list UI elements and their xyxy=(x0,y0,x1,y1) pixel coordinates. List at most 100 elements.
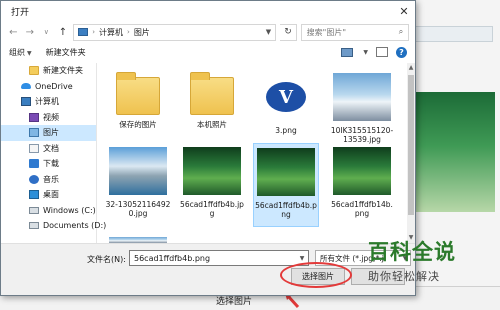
help-icon[interactable]: ? xyxy=(396,46,407,58)
image-thumbnail xyxy=(183,147,241,195)
nav-item-label: 桌面 xyxy=(43,190,59,200)
file-list: 保存的图片 本机照片 V 3.png 10IK315515120-13539.jpg 32… xyxy=(105,69,405,243)
forward-arrow-icon[interactable]: → xyxy=(24,24,37,40)
close-icon[interactable]: ✕ xyxy=(393,1,415,21)
folder-icon xyxy=(190,72,234,115)
nav-item[interactable]: 视频 xyxy=(1,110,96,126)
folder-icon xyxy=(29,66,39,76)
search-icon[interactable]: ⌕ xyxy=(394,27,408,37)
image-thumbnail: V xyxy=(257,73,315,121)
nav-item-label: 音乐 xyxy=(43,174,59,184)
search-input[interactable]: 搜索"图片" ⌕ xyxy=(300,23,409,41)
folder-icon xyxy=(116,72,160,115)
nav-item[interactable]: 文档 xyxy=(1,141,96,157)
open-file-dialog: 打开 ✕ ← → ∨ ↑ › 计算机 › 图片 ▼ ↻ 搜索"图片" ⌕ 组织 ▼… xyxy=(0,0,416,296)
watermark-subtitle: 助你轻松解决 xyxy=(368,270,440,283)
dialog-content: 新建文件夹 OneDrive 计算机视频图片文档下载音乐桌面 Windows (C:)… xyxy=(1,63,415,243)
nav-item[interactable]: 新建文件夹 xyxy=(1,63,96,79)
nav-item[interactable]: 下载 xyxy=(1,156,96,172)
image-thumbnail xyxy=(257,148,315,196)
breadcrumb-pictures[interactable]: 图片 xyxy=(134,27,150,38)
file-item[interactable]: 保存的图片 xyxy=(105,69,171,153)
drive-icon xyxy=(29,222,39,230)
file-name: 3.png xyxy=(275,126,297,135)
image-thumbnail xyxy=(333,147,391,195)
search-placeholder: 搜索"图片" xyxy=(306,27,347,37)
nav-item[interactable]: OneDrive xyxy=(1,79,96,95)
toolbar-right-group: ▼ ? xyxy=(341,46,407,58)
file-item[interactable] xyxy=(105,233,171,243)
file-item[interactable]: 56cad1ffdfb14b.png xyxy=(329,143,395,227)
file-name: 56cad1ffdfb4b.jpg xyxy=(180,200,244,218)
chevron-down-icon[interactable]: ▼ xyxy=(261,28,275,36)
file-item[interactable]: 10IK315515120-13539.jpg xyxy=(329,69,395,153)
documents-icon xyxy=(29,143,39,153)
new-folder-button[interactable]: 新建文件夹 xyxy=(46,47,86,58)
file-name: 32-130521164920.jpg xyxy=(105,200,171,218)
pictures-icon xyxy=(29,128,39,138)
nav-item[interactable]: Windows (C:) xyxy=(1,203,96,219)
breadcrumb-computer[interactable]: 计算机 xyxy=(99,27,123,38)
up-arrow-icon[interactable]: ↑ xyxy=(57,24,70,40)
annotation-circle xyxy=(280,262,352,288)
file-item[interactable]: 56cad1ffdfb4b.png xyxy=(253,143,319,227)
organize-button[interactable]: 组织 ▼ xyxy=(9,47,32,58)
nav-item-label: 计算机 xyxy=(35,97,59,107)
breadcrumb-separator: › xyxy=(92,28,95,36)
dialog-title: 打开 xyxy=(11,7,30,18)
refresh-icon[interactable]: ↻ xyxy=(280,23,297,41)
filename-input[interactable]: 56cad1ffdfb4b.png ▼ xyxy=(129,250,309,266)
file-name: 56cad1ffdfb14b.png xyxy=(331,200,393,218)
view-options-icon[interactable] xyxy=(341,47,354,57)
nav-item-label: 下载 xyxy=(43,159,59,169)
command-toolbar: 组织 ▼ 新建文件夹 ▼ ? xyxy=(1,43,415,61)
drive-icon xyxy=(29,206,39,214)
nav-item[interactable]: 图片 xyxy=(1,125,96,141)
organize-label: 组织 xyxy=(9,47,25,57)
v-logo-icon: V xyxy=(266,82,306,112)
video-icon xyxy=(29,112,39,122)
watermark-title: 百科全说 xyxy=(368,240,456,264)
preview-pane-icon[interactable] xyxy=(376,47,388,57)
address-bar[interactable]: › 计算机 › 图片 ▼ xyxy=(73,23,277,41)
file-item[interactable]: 本机照片 xyxy=(179,69,245,153)
nav-item-label: OneDrive xyxy=(35,81,73,91)
file-list-scrollbar[interactable]: ▲ ▼ xyxy=(407,63,415,243)
watermark: 百科全说 助你轻松解决 xyxy=(368,236,468,284)
music-icon xyxy=(29,174,39,184)
chevron-down-icon[interactable]: ▼ xyxy=(296,255,308,262)
dialog-titlebar: 打开 ✕ xyxy=(1,1,415,21)
file-item[interactable]: 56cad1ffdfb4b.jpg xyxy=(179,143,245,227)
filename-label: 文件名(N): xyxy=(87,255,126,264)
recent-locations-icon[interactable]: ∨ xyxy=(40,24,53,40)
nav-item-label: Documents (D:) xyxy=(43,221,107,231)
nav-item[interactable]: 计算机 xyxy=(1,94,96,110)
file-item[interactable]: V 3.png xyxy=(253,69,319,153)
image-thumbnail xyxy=(333,73,391,121)
nav-item[interactable]: Documents (D:) xyxy=(1,218,106,234)
file-name: 56cad1ffdfb4b.png xyxy=(255,201,317,219)
navigation-pane: 新建文件夹 OneDrive 计算机视频图片文档下载音乐桌面 Windows (C:)… xyxy=(1,63,106,243)
nav-item-label: 文档 xyxy=(43,143,59,153)
nav-item-label: Windows (C:) xyxy=(43,205,96,215)
nav-item[interactable]: 桌面 xyxy=(1,187,96,203)
address-row: ← → ∨ ↑ › 计算机 › 图片 ▼ ↻ 搜索"图片" ⌕ xyxy=(1,21,415,43)
file-item[interactable]: 32-130521164920.jpg xyxy=(105,143,171,227)
file-name: 本机照片 xyxy=(197,120,227,129)
filename-value: 56cad1ffdfb4b.png xyxy=(134,253,211,263)
scroll-up-icon[interactable]: ▲ xyxy=(407,64,415,72)
desktop-icon xyxy=(29,190,39,200)
nav-item-label: 图片 xyxy=(43,128,59,138)
dialog-footer: 文件名(N): 56cad1ffdfb4b.png ▼ 所有文件 (*.jpg;… xyxy=(1,243,415,295)
cloud-icon xyxy=(21,83,31,90)
nav-item-label: 新建文件夹 xyxy=(43,66,83,76)
back-arrow-icon[interactable]: ← xyxy=(7,24,20,40)
breadcrumb-separator: › xyxy=(127,28,130,36)
computer-icon xyxy=(78,28,89,36)
chevron-down-icon[interactable]: ▼ xyxy=(363,49,368,56)
nav-item-label: 视频 xyxy=(43,112,59,122)
file-name: 保存的图片 xyxy=(119,120,157,129)
nav-item[interactable]: 音乐 xyxy=(1,172,96,188)
background-photo-preview xyxy=(411,92,495,212)
scrollbar-thumb[interactable] xyxy=(408,75,414,215)
